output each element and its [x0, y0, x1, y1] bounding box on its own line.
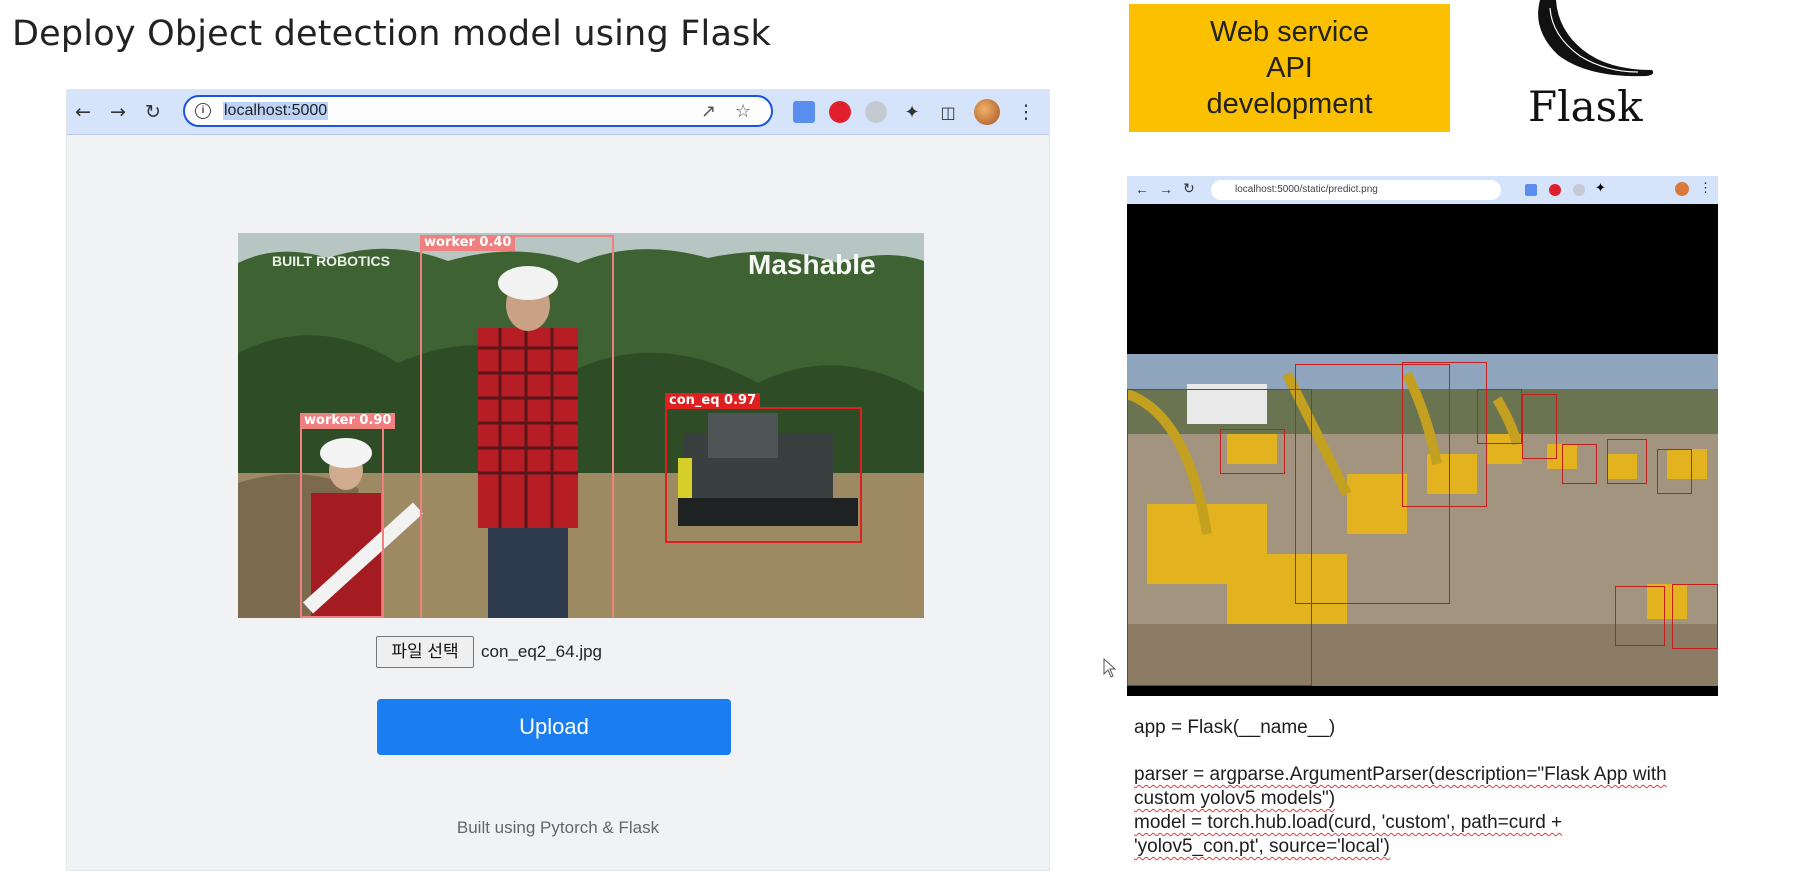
- back-arrow-icon[interactable]: ←: [70, 99, 96, 125]
- code-snippet: app = Flask(__name__) parser = argparse.…: [1134, 716, 1754, 859]
- bbox-label: con_eq 0.97: [665, 393, 761, 409]
- upload-button[interactable]: Upload: [377, 699, 731, 755]
- watermark-right: Mashable: [748, 249, 876, 280]
- bbox-con-eq: con_eq 0.97: [665, 393, 862, 543]
- translate-icon[interactable]: [793, 101, 815, 123]
- page-footer: Built using Pytorch & Flask: [456, 818, 660, 837]
- translate-icon[interactable]: [1525, 184, 1537, 196]
- browser-toolbar: ← → ↻ localhost:5000/static/predict.png …: [1127, 176, 1718, 204]
- flask-logo: Flask: [1528, 0, 1668, 131]
- tag-line: development: [1206, 88, 1373, 120]
- shield-icon[interactable]: [865, 101, 887, 123]
- bbox-excavator: [1522, 394, 1557, 459]
- flask-horn-icon: [1538, 0, 1654, 77]
- shield-icon[interactable]: [1573, 184, 1585, 196]
- detection-result-image: BUILT ROBOTICS Mashable worker 0.40 work…: [238, 233, 924, 618]
- extensions-icon[interactable]: ✦: [1595, 180, 1606, 196]
- menu-kebab-icon[interactable]: ⋮: [1013, 99, 1039, 125]
- bbox-excavator: [1672, 584, 1718, 649]
- address-bar[interactable]: i localhost:5000 ↗ ☆: [183, 95, 773, 127]
- bbox-worker-1: worker 0.40: [420, 235, 614, 618]
- address-bar[interactable]: localhost:5000/static/predict.png: [1211, 180, 1501, 200]
- adblock-icon[interactable]: [829, 101, 851, 123]
- code-line: 'yolov5_con.pt', source='local'): [1134, 836, 1390, 857]
- code-line: app = Flask(__name__): [1134, 717, 1336, 738]
- bbox-excavator: [1402, 362, 1487, 507]
- bbox-excavator: [1607, 439, 1647, 484]
- right-browser-window: ← → ↻ localhost:5000/static/predict.png …: [1127, 176, 1718, 696]
- adblock-icon[interactable]: [1549, 184, 1561, 196]
- bbox-excavator: [1562, 444, 1597, 484]
- selected-file-name: con_eq2_64.jpg: [481, 642, 603, 661]
- address-url[interactable]: localhost:5000/static/predict.png: [1235, 184, 1378, 195]
- bbox-excavator: [1477, 389, 1522, 444]
- tag-line: API: [1266, 52, 1313, 84]
- code-line: custom yolov5 models"): [1134, 788, 1336, 809]
- info-icon[interactable]: i: [195, 103, 211, 119]
- bbox-label: worker 0.40: [420, 235, 516, 251]
- reload-icon[interactable]: ↻: [140, 99, 166, 125]
- prediction-result-image: [1127, 354, 1718, 686]
- watermark-left: BUILT ROBOTICS: [272, 253, 390, 269]
- extensions-icon[interactable]: ✦: [899, 99, 925, 125]
- left-browser-window: ← → ↻ i localhost:5000 ↗ ☆ ✦ ◫ ⋮ BUILT R…: [66, 89, 1050, 871]
- back-arrow-icon[interactable]: ←: [1135, 181, 1149, 197]
- browser-toolbar: ← → ↻ i localhost:5000 ↗ ☆ ✦ ◫ ⋮: [67, 90, 1049, 135]
- address-url[interactable]: localhost:5000: [223, 102, 329, 120]
- menu-kebab-icon[interactable]: ⋮: [1699, 180, 1712, 196]
- bbox-excavator: [1615, 586, 1665, 646]
- bbox-label: worker 0.90: [300, 413, 396, 429]
- web-service-tag: Web service API development: [1129, 4, 1450, 132]
- avatar[interactable]: [1675, 182, 1689, 196]
- side-panel-icon[interactable]: ◫: [935, 99, 961, 125]
- code-line: model = torch.hub.load(curd, 'custom', p…: [1134, 812, 1563, 833]
- forward-arrow-icon[interactable]: →: [105, 99, 131, 125]
- reload-icon[interactable]: ↻: [1183, 180, 1195, 197]
- code-line: parser = argparse.ArgumentParser(descrip…: [1134, 764, 1667, 785]
- avatar[interactable]: [974, 99, 1000, 125]
- slide-title: Deploy Object detection model using Flas…: [12, 14, 771, 54]
- star-icon[interactable]: ☆: [735, 101, 751, 122]
- bbox-worker-2: worker 0.90: [300, 413, 396, 618]
- flask-wordmark: Flask: [1528, 82, 1643, 131]
- forward-arrow-icon[interactable]: →: [1159, 181, 1173, 197]
- cursor-icon: [1103, 658, 1117, 678]
- choose-file-button[interactable]: 파일 선택: [376, 636, 474, 668]
- tag-line: Web service: [1209, 16, 1370, 48]
- bbox-excavator: [1657, 449, 1692, 494]
- share-icon[interactable]: ↗: [701, 101, 716, 122]
- bbox-excavator: [1220, 429, 1285, 474]
